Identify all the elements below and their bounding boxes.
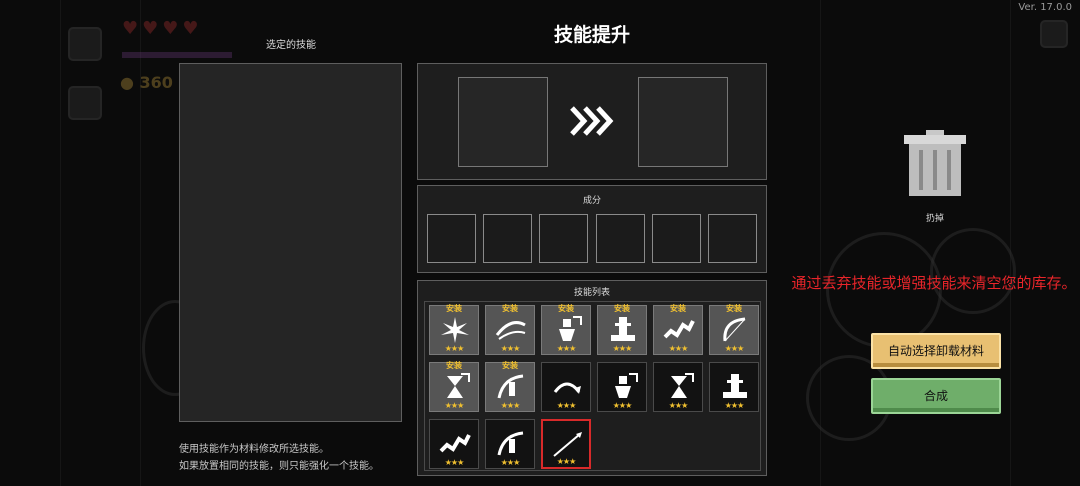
skill-tile[interactable]: 安装 ★★★ xyxy=(429,304,479,355)
result-skill-slot xyxy=(638,77,728,167)
installed-tag: 安装 xyxy=(502,361,518,370)
installed-tag: 安装 xyxy=(726,304,742,313)
menu-button[interactable] xyxy=(68,27,102,61)
skill-tile[interactable]: ★★★ xyxy=(709,362,759,412)
swoosh-icon xyxy=(495,321,526,340)
coin-counter: ● 360 xyxy=(120,73,173,92)
add-button[interactable] xyxy=(68,86,102,120)
pause-button[interactable] xyxy=(1040,20,1068,48)
bow-figure-icon xyxy=(497,374,524,399)
bow-slash-icon xyxy=(723,317,746,342)
installed-tag: 安装 xyxy=(446,304,462,313)
page-title: 技能提升 xyxy=(553,24,630,46)
ingredients-title: 成分 xyxy=(582,196,601,206)
star-rating: ★★★ xyxy=(444,401,465,410)
version-label: Ver. 17.0.0 xyxy=(1018,2,1072,13)
figure-arrow-icon xyxy=(615,373,638,398)
trash-label: 扔掉 xyxy=(925,214,944,224)
star-rating: ★★★ xyxy=(500,401,521,410)
inventory-warning: 通过丢弃技能或增强技能来清空您的库存。 xyxy=(791,274,1077,292)
star-rating: ★★★ xyxy=(556,457,577,466)
skill-tile[interactable]: 安装 ★★★ xyxy=(485,361,535,412)
chain-icon xyxy=(663,320,695,339)
ingredients-panel: 成分 xyxy=(417,185,767,273)
skill-tile[interactable]: ★★★ xyxy=(541,362,591,412)
star-rating: ★★★ xyxy=(444,344,465,353)
installed-tag: 安装 xyxy=(614,304,630,313)
bow-figure-icon xyxy=(497,431,524,456)
hint-text: 使用技能作为材料修改所选技能。 如果放置相同的技能，则只能强化一个技能。 xyxy=(179,441,379,475)
upgrade-preview-panel xyxy=(417,63,767,180)
selected-skill-title: 选定的技能 xyxy=(266,40,316,51)
skill-tile[interactable]: ★★★ xyxy=(653,362,703,412)
star-rating: ★★★ xyxy=(612,401,633,410)
ingredient-slot[interactable] xyxy=(539,214,588,263)
arc-arrow-icon xyxy=(553,382,581,394)
spear-icon xyxy=(553,432,582,457)
skill-tile[interactable]: ★★★ xyxy=(429,419,479,469)
installed-tag: 安装 xyxy=(670,304,686,313)
skill-tile[interactable]: 安装 ★★★ xyxy=(653,304,703,355)
skill-grid: 安装 ★★★ 安装 ★★★ 安装 ★★★ 安装 ★★★ 安装 ★★★ 安装 ★★★ 安装 ★★★ 安装 ★★★… xyxy=(424,301,761,471)
hint-line: 如果放置相同的技能，则只能强化一个技能。 xyxy=(179,461,379,472)
triple-chevron-icon xyxy=(570,106,614,136)
skill-tile[interactable]: ★★★ xyxy=(485,419,535,469)
mana-bar xyxy=(122,52,232,58)
skill-ring xyxy=(930,228,1016,314)
source-skill-slot[interactable] xyxy=(458,77,548,167)
coin-count: 360 xyxy=(139,73,173,92)
star-rating: ★★★ xyxy=(724,344,745,353)
star-rating: ★★★ xyxy=(556,401,577,410)
installed-tag: 安装 xyxy=(502,304,518,313)
trash-can-icon[interactable] xyxy=(904,130,966,196)
skill-tile[interactable]: 安装 ★★★ xyxy=(709,304,759,355)
star-rating: ★★★ xyxy=(724,401,745,410)
hourglass-arrow-icon xyxy=(671,373,694,398)
star-rating: ★★★ xyxy=(500,344,521,353)
chain-icon xyxy=(439,434,471,453)
skill-tile[interactable]: 安装 ★★★ xyxy=(485,304,535,355)
auto-select-button[interactable]: 自动选择卸载材料 xyxy=(871,333,1001,369)
ingredient-slot[interactable] xyxy=(427,214,476,263)
selected-skill-box[interactable] xyxy=(179,63,402,422)
ingredient-slot[interactable] xyxy=(652,214,701,263)
star-rating: ★★★ xyxy=(668,344,689,353)
totem-icon xyxy=(611,317,635,341)
skill-list-panel: 技能列表 安装 ★★★ 安装 ★★★ 安装 ★★★ 安装 ★★★ 安装 ★★★ 安装 ★★★ 安装 ★★★… xyxy=(417,280,767,476)
star-rating: ★★★ xyxy=(612,344,633,353)
spark-burst-icon xyxy=(441,317,469,343)
skill-tile[interactable]: 安装 ★★★ xyxy=(597,304,647,355)
skill-list-title: 技能列表 xyxy=(573,288,610,298)
ingredient-slot[interactable] xyxy=(483,214,532,263)
skill-tile[interactable]: ★★★ xyxy=(597,362,647,412)
ingredient-slot[interactable] xyxy=(708,214,757,263)
installed-tag: 安装 xyxy=(558,304,574,313)
skill-tile[interactable]: ★★★ xyxy=(541,419,591,469)
hint-line: 使用技能作为材料修改所选技能。 xyxy=(179,444,329,455)
star-rating: ★★★ xyxy=(668,401,689,410)
skill-tile[interactable]: 安装 ★★★ xyxy=(429,361,479,412)
ingredient-slot[interactable] xyxy=(596,214,645,263)
merge-button[interactable]: 合成 xyxy=(871,378,1001,414)
hourglass-arrow-icon xyxy=(447,373,470,398)
figure-arrow-icon xyxy=(559,316,582,341)
installed-tag: 安装 xyxy=(446,361,462,370)
skill-tile[interactable]: 安装 ★★★ xyxy=(541,304,591,355)
totem-icon xyxy=(723,374,747,398)
star-rating: ★★★ xyxy=(444,458,465,467)
star-rating: ★★★ xyxy=(500,458,521,467)
star-rating: ★★★ xyxy=(556,344,577,353)
